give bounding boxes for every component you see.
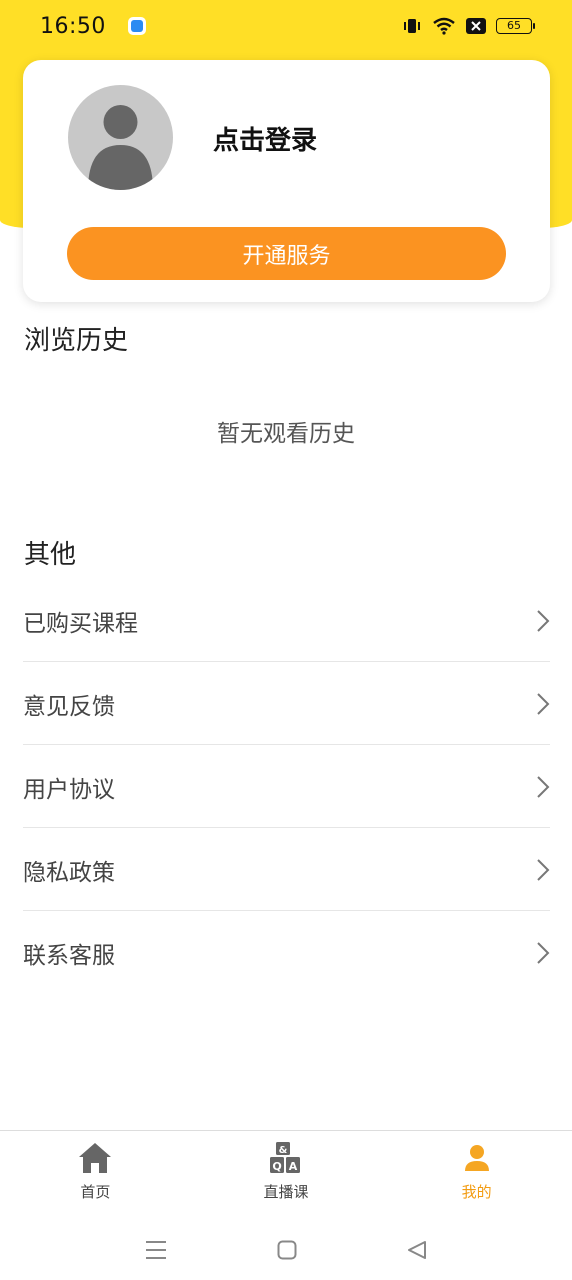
history-section-title: 浏览历史 [24,326,129,356]
status-bar: 16:50 65 [0,0,572,52]
menu-item-label: 隐私政策 [23,859,115,886]
tab-live-course[interactable]: & Q A 直播课 [191,1131,382,1220]
menu-item-label: 联系客服 [23,943,115,969]
bottom-tab-bar: 首页 & Q A 直播课 我的 [0,1130,572,1220]
battery-indicator: 65 [496,18,535,34]
default-user-icon [88,105,153,190]
avatar[interactable] [68,85,173,190]
menu-item-label: 用户协议 [23,776,115,803]
close-app-icon [466,18,486,34]
wifi-icon [432,17,456,35]
tab-live-course-label: 直播课 [263,1183,309,1201]
chevron-right-icon [537,692,550,715]
profile-card: 点击登录 开通服务 [23,60,550,302]
tab-home[interactable]: 首页 [0,1131,191,1220]
home-square-icon[interactable] [277,1240,297,1260]
home-icon [79,1143,112,1173]
tab-mine[interactable]: 我的 [381,1131,572,1220]
qa-blocks-icon: & Q A [270,1142,300,1173]
tab-home-label: 首页 [80,1183,111,1201]
menu-item-label: 意见反馈 [23,693,115,720]
person-icon [464,1145,489,1171]
status-time: 16:50 [40,13,106,39]
menu-item-feedback[interactable]: 意见反馈 [23,663,550,745]
svg-text:A: A [289,1160,298,1173]
svg-text:&: & [279,1145,288,1156]
menu-item-contact-support[interactable]: 联系客服 [23,912,550,994]
svg-text:Q: Q [272,1160,281,1173]
tab-mine-label: 我的 [461,1183,492,1201]
other-section-title: 其他 [24,540,77,570]
app-notification-icon [127,17,146,35]
open-service-button[interactable]: 开通服务 [67,227,506,280]
menu-item-user-agreement[interactable]: 用户协议 [23,746,550,828]
system-nav-bar [0,1220,572,1280]
empty-history-text: 暂无观看历史 [217,421,355,447]
menu-icon[interactable] [145,1240,167,1260]
menu-item-privacy-policy[interactable]: 隐私政策 [23,829,550,911]
chevron-right-icon [537,942,550,964]
vibrate-icon [402,17,422,35]
menu-item-label: 已购买课程 [23,610,138,637]
login-link[interactable]: 点击登录 [213,120,317,157]
chevron-right-icon [537,858,550,881]
menu-item-purchased-courses[interactable]: 已购买课程 [23,580,550,662]
chevron-right-icon [537,775,550,798]
chevron-right-icon [537,609,550,632]
back-triangle-icon[interactable] [407,1240,427,1260]
